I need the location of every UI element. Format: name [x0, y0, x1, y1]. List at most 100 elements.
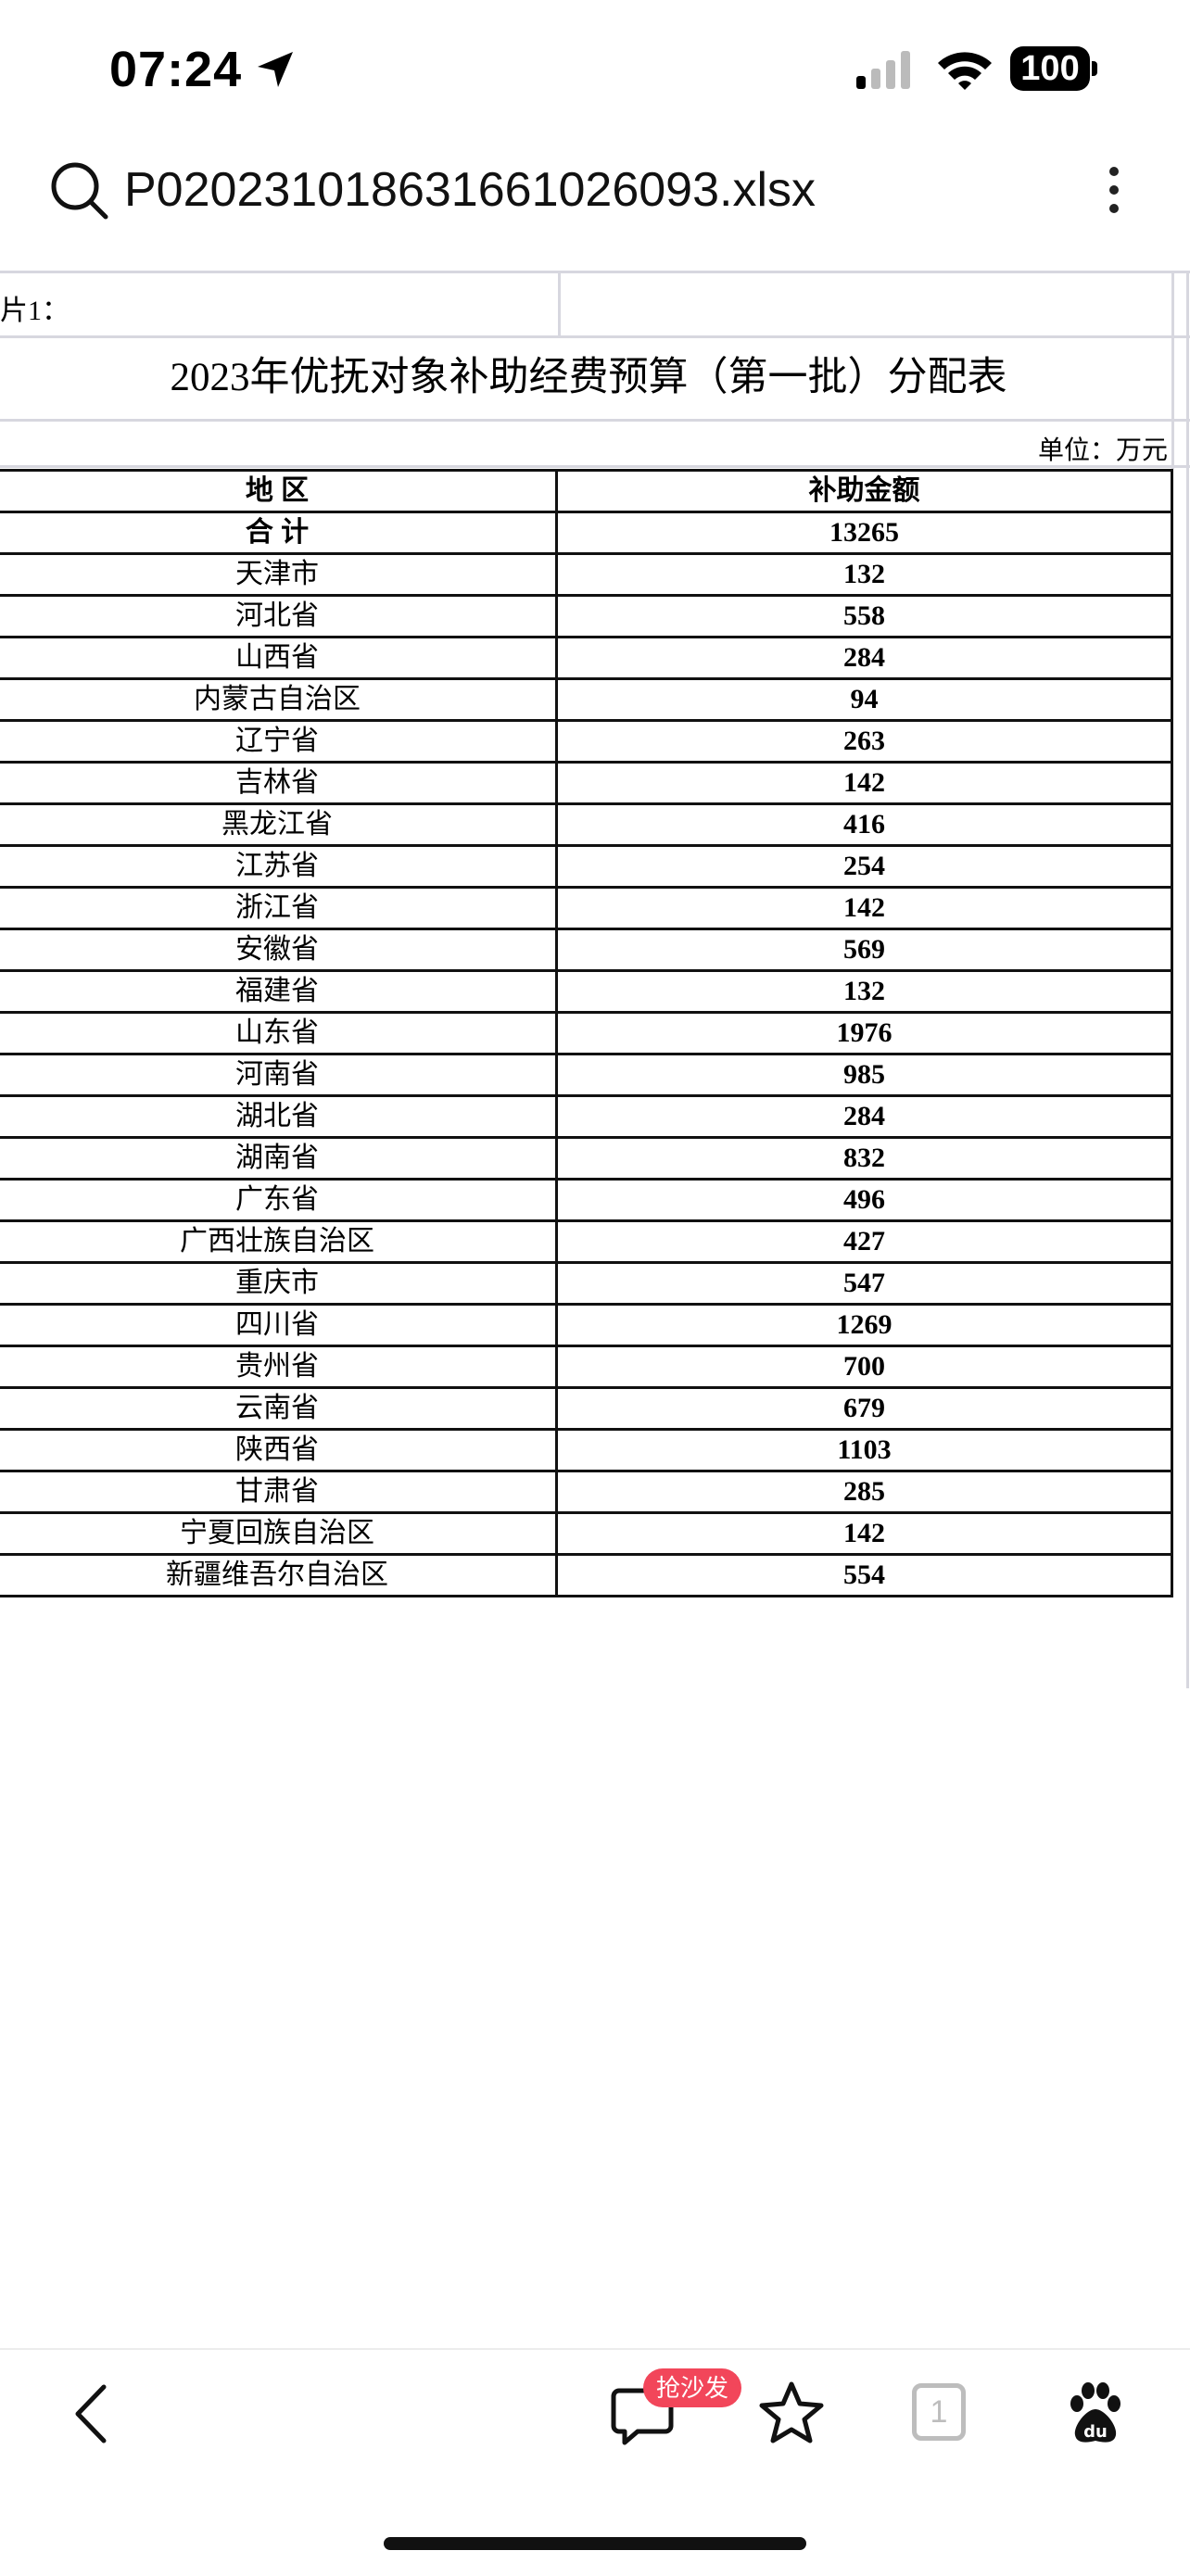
- region-cell: 天津市: [0, 552, 558, 597]
- amount-cell: 285: [555, 1470, 1173, 1514]
- table-row: 黑龙江省 416: [0, 802, 1173, 847]
- location-arrow-icon: [258, 52, 293, 87]
- region-cell: 宁夏回族自治区: [0, 1511, 558, 1556]
- amount-cell: 547: [555, 1261, 1173, 1306]
- amount-cell: 558: [555, 594, 1173, 638]
- table-row: 内蒙古自治区 94: [0, 677, 1173, 722]
- region-cell: 广东省: [0, 1178, 558, 1222]
- total-label: 合 计: [0, 511, 558, 555]
- table-row: 吉林省 142: [0, 761, 1173, 805]
- home-indicator[interactable]: [384, 2537, 806, 2550]
- table-row: 广东省 496: [0, 1178, 1173, 1222]
- amount-cell: 132: [555, 969, 1173, 1014]
- header-amount: 补助金额: [555, 469, 1173, 513]
- table-row: 贵州省 700: [0, 1345, 1173, 1389]
- region-cell: 甘肃省: [0, 1470, 558, 1514]
- sheet-title: 2023年优抚对象补助经费预算（第一批）分配表: [170, 356, 1007, 399]
- cellular-signal-icon: [856, 51, 910, 89]
- table-row: 山东省 1976: [0, 1011, 1173, 1055]
- more-options-icon[interactable]: [1099, 159, 1129, 224]
- allocation-table: 地 区 补助金额 合 计 13265 天津市 132 河北省 558 山西省 284 内蒙古…: [0, 469, 1173, 1597]
- unit-label: 单位：万元: [1037, 436, 1168, 464]
- amount-cell: 142: [555, 761, 1173, 805]
- amount-cell: 496: [555, 1178, 1173, 1222]
- region-cell: 新疆维吾尔自治区: [0, 1553, 558, 1597]
- region-cell: 湖南省: [0, 1136, 558, 1181]
- region-cell: 江苏省: [0, 844, 558, 889]
- amount-cell: 132: [555, 552, 1173, 597]
- region-cell: 贵州省: [0, 1345, 558, 1389]
- table-row: 山西省 284: [0, 636, 1173, 680]
- table-row: 河北省 558: [0, 594, 1173, 638]
- amount-cell: 284: [555, 1094, 1173, 1139]
- region-cell: 四川省: [0, 1303, 558, 1347]
- header-region: 地 区: [0, 469, 558, 513]
- amount-cell: 985: [555, 1053, 1173, 1097]
- amount-cell: 679: [555, 1386, 1173, 1431]
- amount-cell: 1976: [555, 1011, 1173, 1055]
- amount-cell: 1269: [555, 1303, 1173, 1347]
- table-row: 浙江省 142: [0, 886, 1173, 930]
- total-row: 合 计 13265: [0, 511, 1173, 555]
- table-row: 广西壮族自治区 427: [0, 1219, 1173, 1264]
- region-cell: 安徽省: [0, 928, 558, 972]
- region-cell: 黑龙江省: [0, 802, 558, 847]
- region-cell: 重庆市: [0, 1261, 558, 1306]
- region-cell: 河北省: [0, 594, 558, 638]
- amount-cell: 427: [555, 1219, 1173, 1264]
- amount-cell: 416: [555, 802, 1173, 847]
- region-cell: 福建省: [0, 969, 558, 1014]
- total-value: 13265: [555, 511, 1173, 555]
- wifi-icon: [938, 52, 992, 90]
- table-header-row: 地 区 补助金额: [0, 469, 1173, 513]
- table-row: 安徽省 569: [0, 928, 1173, 972]
- back-icon[interactable]: [65, 2381, 120, 2446]
- table-row: 福建省 132: [0, 969, 1173, 1014]
- comment-badge[interactable]: 抢沙发: [643, 2368, 742, 2407]
- amount-cell: 700: [555, 1345, 1173, 1389]
- battery-level: 100: [1010, 46, 1090, 91]
- region-cell: 云南省: [0, 1386, 558, 1431]
- table-row: 江苏省 254: [0, 844, 1173, 889]
- table-row: 河南省 985: [0, 1053, 1173, 1097]
- table-row: 湖北省 284: [0, 1094, 1173, 1139]
- table-row: 重庆市 547: [0, 1261, 1173, 1306]
- sheet-note: ⽚1：: [0, 296, 70, 326]
- amount-cell: 284: [555, 636, 1173, 680]
- battery-icon: 100: [1010, 46, 1099, 93]
- region-cell: 吉林省: [0, 761, 558, 805]
- status-bar: 07:24 100: [0, 0, 1190, 139]
- clock: 07:24: [109, 42, 243, 97]
- amount-cell: 263: [555, 719, 1173, 764]
- region-cell: 浙江省: [0, 886, 558, 930]
- amount-cell: 94: [555, 677, 1173, 722]
- baidu-paw-icon[interactable]: du: [1062, 2380, 1129, 2448]
- amount-cell: 554: [555, 1553, 1173, 1597]
- search-icon[interactable]: [48, 159, 109, 221]
- tabs-icon[interactable]: 1: [912, 2383, 966, 2441]
- region-cell: 山东省: [0, 1011, 558, 1055]
- amount-cell: 254: [555, 844, 1173, 889]
- region-cell: 内蒙古自治区: [0, 677, 558, 722]
- region-cell: 河南省: [0, 1053, 558, 1097]
- spreadsheet-view: ⽚1： 2023年优抚对象补助经费预算（第一批）分配表 单位：万元 地 区 补助…: [0, 271, 1190, 1688]
- table-row: 新疆维吾尔自治区 554: [0, 1553, 1173, 1597]
- amount-cell: 569: [555, 928, 1173, 972]
- amount-cell: 142: [555, 1511, 1173, 1556]
- table-row: 四川省 1269: [0, 1303, 1173, 1347]
- svg-text:du: du: [1083, 2422, 1108, 2442]
- region-cell: 辽宁省: [0, 719, 558, 764]
- table-row: 云南省 679: [0, 1386, 1173, 1431]
- file-name[interactable]: P020231018631661026093.xlsx: [124, 159, 816, 221]
- amount-cell: 832: [555, 1136, 1173, 1181]
- amount-cell: 142: [555, 886, 1173, 930]
- table-row: 辽宁省 263: [0, 719, 1173, 764]
- table-row: 天津市 132: [0, 552, 1173, 597]
- amount-cell: 1103: [555, 1428, 1173, 1472]
- table-row: 陕西省 1103: [0, 1428, 1173, 1472]
- table-row: 甘肃省 285: [0, 1470, 1173, 1514]
- region-cell: 湖北省: [0, 1094, 558, 1139]
- region-cell: 广西壮族自治区: [0, 1219, 558, 1264]
- star-icon[interactable]: [758, 2380, 825, 2446]
- table-row: 宁夏回族自治区 142: [0, 1511, 1173, 1556]
